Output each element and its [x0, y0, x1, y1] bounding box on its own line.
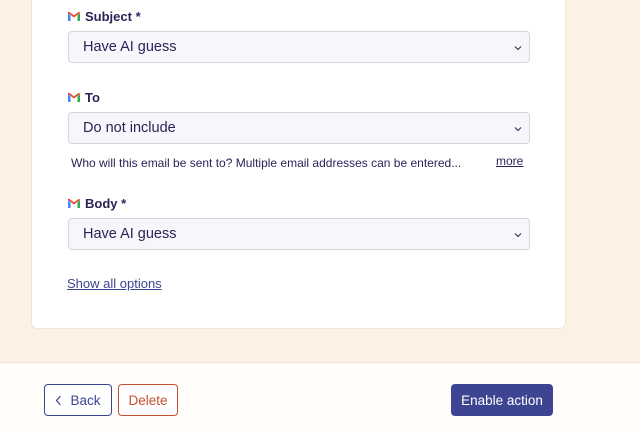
chevron-left-icon [56, 395, 62, 405]
subject-label-text: Subject * [85, 9, 141, 24]
to-label: To [68, 90, 100, 105]
chevron-down-icon [514, 46, 522, 51]
to-select[interactable]: Do not include [68, 112, 530, 144]
chevron-down-icon [514, 233, 522, 238]
delete-button-label: Delete [128, 392, 168, 408]
body-label-text: Body * [85, 196, 127, 211]
footer-bar: Back Delete Enable action [0, 362, 640, 430]
subject-select[interactable]: Have AI guess [68, 31, 530, 63]
gmail-icon [68, 93, 80, 102]
enable-action-button[interactable]: Enable action [451, 384, 553, 416]
more-link[interactable]: more [496, 154, 523, 168]
to-help-text: Who will this email be sent to? Multiple… [71, 156, 462, 170]
delete-button[interactable]: Delete [118, 384, 178, 416]
gmail-icon [68, 12, 80, 21]
to-select-value: Do not include [83, 120, 176, 136]
body-select-value: Have AI guess [83, 226, 177, 242]
back-button[interactable]: Back [44, 384, 112, 416]
body-label: Body * [68, 196, 126, 211]
body-select[interactable]: Have AI guess [68, 218, 530, 250]
show-all-options-link[interactable]: Show all options [67, 276, 162, 291]
back-button-label: Back [70, 392, 101, 408]
subject-select-value: Have AI guess [83, 39, 177, 55]
enable-action-button-label: Enable action [461, 392, 543, 408]
subject-label: Subject * [68, 9, 141, 24]
to-label-text: To [85, 90, 100, 105]
gmail-icon [68, 199, 80, 208]
chevron-down-icon [514, 127, 522, 132]
